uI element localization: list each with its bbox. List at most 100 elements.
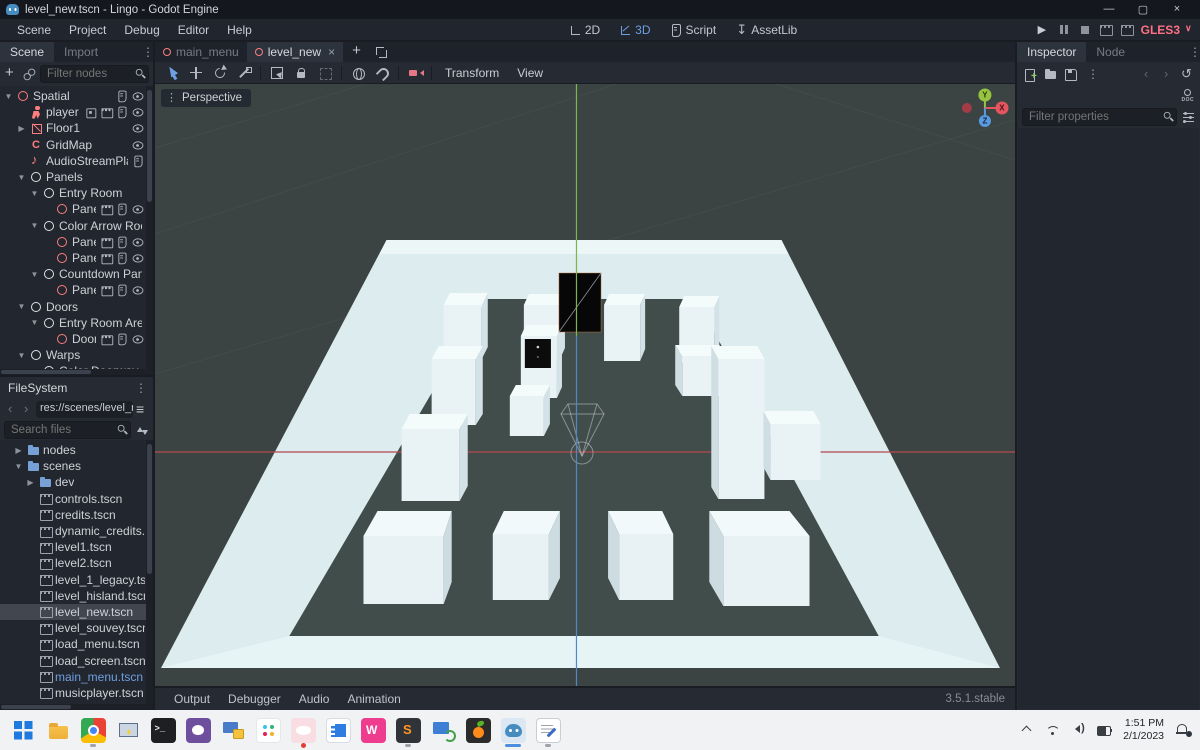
taskbar-terminal[interactable]: [150, 713, 176, 748]
scene-tree-scrollbar[interactable]: [146, 86, 153, 375]
scene-tree-row[interactable]: Panel_un: [0, 250, 153, 266]
box-badge-icon[interactable]: [84, 106, 97, 119]
eye-badge-icon[interactable]: [132, 122, 145, 135]
tab-inspector[interactable]: Inspector: [1017, 42, 1086, 62]
eye-badge-icon[interactable]: [132, 235, 145, 248]
history-prev-icon[interactable]: [1140, 67, 1154, 81]
tree-collapse-icon[interactable]: ▼: [17, 173, 26, 182]
taskbar-start[interactable]: [10, 713, 36, 748]
play-button[interactable]: [1036, 23, 1050, 37]
file-tree-row[interactable]: level_hisland.tscn: [0, 588, 153, 604]
mode-2d-button[interactable]: 2D: [561, 23, 607, 37]
file-tree-scrollbar[interactable]: [146, 440, 153, 710]
taskbar-discord[interactable]: [290, 713, 316, 748]
save-resource-icon[interactable]: [1063, 67, 1077, 81]
eye-badge-icon[interactable]: [132, 252, 145, 265]
display-mode-icon[interactable]: [135, 402, 149, 416]
object-history-icon[interactable]: [1180, 67, 1194, 81]
file-tree-row[interactable]: ▶nodes: [0, 442, 153, 458]
transform-menu-button[interactable]: Transform: [437, 66, 507, 80]
scene-tree-row[interactable]: ▼Panels: [0, 169, 153, 185]
globe-tool-button[interactable]: [347, 63, 369, 83]
scene-tree-row[interactable]: Door_hi_: [0, 331, 153, 347]
scene-tree-row[interactable]: Panel_yo: [0, 234, 153, 250]
scene-tree-row[interactable]: player: [0, 104, 153, 120]
stop-button[interactable]: [1078, 23, 1092, 37]
selected-panel[interactable]: [559, 273, 601, 332]
minimize-button[interactable]: —: [1092, 3, 1126, 16]
movie-badge-icon[interactable]: [100, 106, 113, 119]
scene-tree-row[interactable]: GridMap: [0, 137, 153, 153]
scene-tab-main_menu[interactable]: main_menu: [155, 42, 247, 62]
file-tree-row[interactable]: level_new.tscn: [0, 604, 153, 620]
taskbar-security-app[interactable]: [220, 713, 246, 748]
close-tab-icon[interactable]: ×: [328, 45, 335, 59]
eye-badge-icon[interactable]: [132, 106, 145, 119]
tree-collapse-icon[interactable]: ▼: [17, 302, 26, 311]
battery-icon[interactable]: [1097, 722, 1113, 738]
mode-assetlib-button[interactable]: AssetLib: [727, 23, 804, 37]
movie-badge-icon[interactable]: [100, 333, 113, 346]
select-tool-button[interactable]: [161, 63, 183, 83]
new-scene-tab-button[interactable]: [343, 42, 373, 62]
scene-tree-row[interactable]: ▼Entry Room Area Doo: [0, 315, 153, 331]
tab-import[interactable]: Import: [54, 42, 108, 62]
file-tree-row[interactable]: dynamic_credits.tscn: [0, 523, 153, 539]
file-tree-row[interactable]: level_1_legacy.tscn: [0, 572, 153, 588]
tree-collapse-icon[interactable]: ▼: [30, 270, 39, 279]
tree-collapse-icon[interactable]: ▼: [4, 92, 13, 101]
menu-help[interactable]: Help: [218, 23, 261, 37]
bottom-tab-animation[interactable]: Animation: [338, 692, 409, 706]
listsel-tool-button[interactable]: [266, 63, 288, 83]
load-resource-icon[interactable]: [1043, 67, 1057, 81]
view-menu-button[interactable]: View: [509, 66, 551, 80]
file-tree-hscrollbar[interactable]: [0, 704, 146, 710]
eye-badge-icon[interactable]: [132, 138, 145, 151]
maximize-button[interactable]: ▢: [1126, 3, 1160, 16]
taskbar-computer-sync[interactable]: [430, 713, 456, 748]
perspective-menu[interactable]: ⋮ Perspective: [161, 89, 251, 107]
sort-files-icon[interactable]: [135, 423, 149, 437]
tray-overflow-icon[interactable]: [1019, 722, 1035, 738]
file-tree-row[interactable]: ▼scenes: [0, 458, 153, 474]
search-files-input[interactable]: [4, 421, 131, 439]
scene-tree-row[interactable]: ▼Entry Room: [0, 185, 153, 201]
scene-tree-row[interactable]: ▼Spatial: [0, 88, 153, 104]
file-tree-row[interactable]: load_menu.tscn: [0, 636, 153, 652]
tree-collapse-icon[interactable]: ▼: [30, 189, 39, 198]
scene-tree-row[interactable]: ▼Doors: [0, 298, 153, 314]
menu-debug[interactable]: Debug: [115, 23, 168, 37]
rotate-tool-button[interactable]: [209, 63, 231, 83]
script-badge-icon[interactable]: [116, 252, 129, 265]
notification-bell-icon[interactable]: [1174, 722, 1190, 738]
tree-collapse-icon[interactable]: ▼: [14, 462, 23, 471]
script-badge-icon[interactable]: [132, 155, 145, 168]
current-path[interactable]: res://scenes/level_ne: [36, 401, 133, 418]
clock[interactable]: 1:51 PM 2/1/2023: [1123, 717, 1164, 743]
eye-badge-icon[interactable]: [132, 90, 145, 103]
play-scene-button[interactable]: [1099, 23, 1113, 37]
dock-menu-icon[interactable]: [138, 45, 152, 59]
menu-project[interactable]: Project: [60, 23, 115, 37]
filter-nodes-input[interactable]: [40, 65, 149, 83]
taskbar-sublime-text[interactable]: [395, 713, 421, 748]
eye-badge-icon[interactable]: [132, 333, 145, 346]
tree-collapse-icon[interactable]: ▼: [17, 351, 26, 360]
taskbar-notepad[interactable]: [535, 713, 561, 748]
menu-scene[interactable]: Scene: [8, 23, 60, 37]
history-forward-button[interactable]: [20, 402, 34, 416]
group-tool-button[interactable]: [314, 63, 336, 83]
expand-viewport-button[interactable]: [373, 42, 389, 62]
tab-scene[interactable]: Scene: [0, 42, 54, 62]
taskbar-file-explorer[interactable]: [45, 713, 71, 748]
eye-badge-icon[interactable]: [132, 284, 145, 297]
menu-editor[interactable]: Editor: [169, 23, 218, 37]
scene-tree-row[interactable]: Panel_hi: [0, 201, 153, 217]
movie-badge-icon[interactable]: [100, 252, 113, 265]
tree-expand-icon[interactable]: ▶: [17, 124, 26, 133]
file-tree-row[interactable]: load_screen.tscn: [0, 652, 153, 668]
scene-tree-row[interactable]: AudioStreamPlayer: [0, 153, 153, 169]
movie-badge-icon[interactable]: [100, 203, 113, 216]
close-button[interactable]: ×: [1160, 3, 1194, 16]
dock-menu-icon[interactable]: [1185, 45, 1199, 59]
